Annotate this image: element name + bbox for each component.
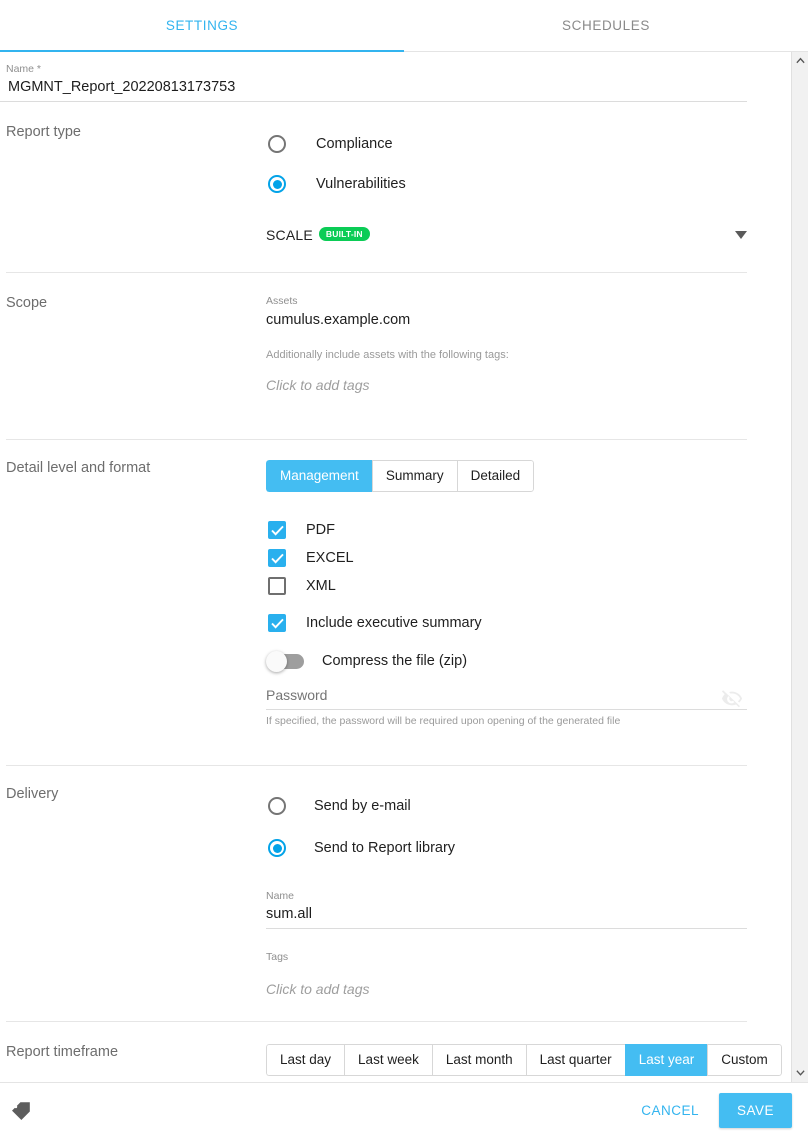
report-settings-dialog: SETTINGS SCHEDULES Name * MGMNT_Report_2… xyxy=(0,0,808,1138)
checkbox-pdf-label: PDF xyxy=(306,522,335,538)
report-type-body: Compliance Vulnerabilities SCALE BUILT-I… xyxy=(266,124,769,252)
tab-schedules-label: SCHEDULES xyxy=(562,18,650,33)
radio-send-by-email[interactable]: Send by e-mail xyxy=(266,786,747,826)
timeframe-last-year[interactable]: Last year xyxy=(625,1044,708,1076)
timeframe-section: Report timeframe Last day Last week Last… xyxy=(0,1022,769,1076)
delivery-tags-label: Tags xyxy=(266,951,747,963)
radio-compliance-icon xyxy=(268,135,286,153)
checkbox-executive-summary[interactable]: Include executive summary xyxy=(266,611,769,635)
detail-section: Detail level and format Management Summa… xyxy=(0,440,769,743)
scope-body: Assets cumulus.example.com Additionally … xyxy=(266,295,769,393)
detail-level-group: Management Summary Detailed xyxy=(266,460,534,492)
vertical-scrollbar[interactable] xyxy=(791,52,808,1082)
tag-icon[interactable] xyxy=(10,1100,32,1122)
timeframe-label: Report timeframe xyxy=(0,1044,266,1076)
tab-settings[interactable]: SETTINGS xyxy=(0,0,404,51)
assets-value[interactable]: cumulus.example.com xyxy=(266,312,769,328)
scroll-area: Name * MGMNT_Report_20220813173753 Repor… xyxy=(0,52,808,1082)
report-type-label: Report type xyxy=(0,124,266,252)
scope-tags-input[interactable]: Click to add tags xyxy=(266,377,769,393)
scroll-down-arrow-icon[interactable] xyxy=(792,1065,808,1082)
toggle-compress-label: Compress the file (zip) xyxy=(322,653,467,669)
password-hint: If specified, the password will be requi… xyxy=(266,715,747,727)
tab-schedules[interactable]: SCHEDULES xyxy=(404,0,808,51)
report-name-label: Name * xyxy=(6,62,769,76)
delivery-tags-field: Tags Click to add tags xyxy=(266,951,747,997)
checkbox-executive-summary-icon xyxy=(268,614,286,632)
report-name-field[interactable]: Name * MGMNT_Report_20220813173753 xyxy=(0,52,769,101)
report-template-name: SCALE xyxy=(266,227,313,243)
delivery-name-value: sum.all xyxy=(266,906,747,928)
password-input[interactable]: Password xyxy=(266,687,747,709)
radio-send-by-email-label: Send by e-mail xyxy=(314,798,411,814)
radio-send-to-report-library-icon xyxy=(268,839,286,857)
checkbox-excel-icon xyxy=(268,549,286,567)
report-type-section: Report type Compliance Vulnerabilities S… xyxy=(0,102,769,272)
timeframe-last-quarter[interactable]: Last quarter xyxy=(526,1044,625,1076)
checkbox-executive-summary-label: Include executive summary xyxy=(306,615,482,631)
report-name-value: MGMNT_Report_20220813173753 xyxy=(6,76,769,101)
checkbox-excel[interactable]: EXCEL xyxy=(266,546,769,570)
scope-label: Scope xyxy=(0,295,266,393)
detail-level-management[interactable]: Management xyxy=(266,460,372,492)
toggle-compress-switch xyxy=(268,654,304,669)
radio-send-to-report-library[interactable]: Send to Report library xyxy=(266,828,747,868)
detail-level-detailed[interactable]: Detailed xyxy=(457,460,535,492)
cancel-button[interactable]: CANCEL xyxy=(627,1093,713,1128)
toggle-compress[interactable]: Compress the file (zip) xyxy=(266,643,769,679)
radio-send-by-email-icon xyxy=(268,797,286,815)
delivery-tags-input[interactable]: Click to add tags xyxy=(266,981,747,997)
timeframe-group: Last day Last week Last month Last quart… xyxy=(266,1044,782,1076)
radio-vulnerabilities-label: Vulnerabilities xyxy=(316,176,406,192)
settings-form: Name * MGMNT_Report_20220813173753 Repor… xyxy=(0,52,791,1082)
timeframe-last-week[interactable]: Last week xyxy=(344,1044,432,1076)
dialog-footer: CANCEL SAVE xyxy=(0,1082,808,1138)
radio-vulnerabilities[interactable]: Vulnerabilities xyxy=(266,164,769,204)
password-underline xyxy=(266,709,747,710)
chevron-down-icon xyxy=(735,226,747,244)
password-field-wrap: Password If specified, the password will… xyxy=(266,687,769,727)
timeframe-body: Last day Last week Last month Last quart… xyxy=(266,1044,782,1076)
delivery-name-label: Name xyxy=(266,890,747,902)
scroll-up-arrow-icon[interactable] xyxy=(792,52,808,69)
tab-bar: SETTINGS SCHEDULES xyxy=(0,0,808,52)
radio-send-to-report-library-label: Send to Report library xyxy=(314,840,455,856)
checkbox-xml[interactable]: XML xyxy=(266,574,769,598)
save-button[interactable]: SAVE xyxy=(719,1093,792,1128)
built-in-badge: BUILT-IN xyxy=(319,227,370,241)
delivery-name-underline xyxy=(266,928,747,929)
timeframe-last-month[interactable]: Last month xyxy=(432,1044,526,1076)
delivery-label: Delivery xyxy=(0,786,266,997)
delivery-name-field[interactable]: Name sum.all xyxy=(266,890,747,929)
scope-section: Scope Assets cumulus.example.com Additio… xyxy=(0,273,769,415)
delivery-body: Send by e-mail Send to Report library Na… xyxy=(266,786,769,997)
detail-label: Detail level and format xyxy=(0,460,266,727)
checkbox-pdf-icon xyxy=(268,521,286,539)
eye-off-icon[interactable] xyxy=(721,687,743,714)
checkbox-xml-label: XML xyxy=(306,578,336,594)
checkbox-pdf[interactable]: PDF xyxy=(266,518,769,542)
checkbox-xml-icon xyxy=(268,577,286,595)
radio-vulnerabilities-icon xyxy=(268,175,286,193)
detail-level-summary[interactable]: Summary xyxy=(372,460,457,492)
report-template-select[interactable]: SCALE BUILT-IN xyxy=(266,218,769,252)
tab-settings-label: SETTINGS xyxy=(166,18,238,33)
scope-tags-hint: Additionally include assets with the fol… xyxy=(266,349,769,361)
checkbox-excel-label: EXCEL xyxy=(306,550,354,566)
radio-compliance[interactable]: Compliance xyxy=(266,124,769,164)
timeframe-last-day[interactable]: Last day xyxy=(266,1044,344,1076)
detail-body: Management Summary Detailed PDF xyxy=(266,460,769,727)
assets-label: Assets xyxy=(266,295,769,307)
delivery-section: Delivery Send by e-mail Send to Report l… xyxy=(0,766,769,997)
timeframe-custom[interactable]: Custom xyxy=(707,1044,782,1076)
radio-compliance-label: Compliance xyxy=(316,136,393,152)
